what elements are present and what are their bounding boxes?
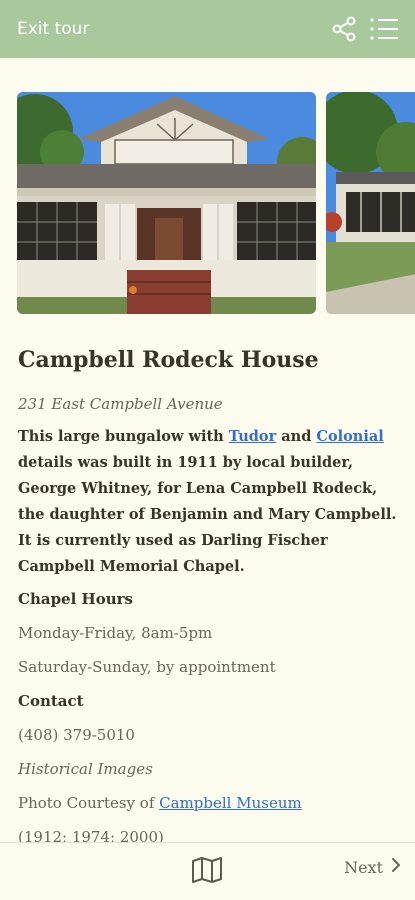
next-label: Next	[344, 857, 383, 877]
desc-text-1: This large bungalow with	[18, 428, 229, 445]
top-actions	[329, 14, 399, 44]
contact-phone[interactable]: (408) 379-5010	[18, 724, 398, 746]
chapel-hours-heading: Chapel Hours	[18, 590, 133, 608]
map-icon[interactable]	[191, 857, 223, 887]
place-description: This large bungalow with Tudor and Colon…	[18, 424, 398, 580]
contact-heading: Contact	[18, 692, 84, 710]
hours-weekday: Monday-Friday, 8am-5pm	[18, 624, 213, 642]
tudor-link[interactable]: Tudor	[229, 428, 276, 445]
campbell-museum-link[interactable]: Campbell Museum	[159, 794, 302, 812]
desc-text-3: details was built in 1911 by local build…	[18, 454, 397, 575]
colonial-link[interactable]: Colonial	[316, 428, 383, 445]
chevron-right-icon	[391, 857, 401, 877]
next-button[interactable]: Next	[344, 857, 401, 877]
bottom-bar: Next	[0, 842, 415, 900]
photo-credit-prefix: Photo Courtesy of	[18, 794, 160, 812]
hours-weekend: Saturday-Sunday, by appointment	[18, 658, 276, 676]
share-icon[interactable]	[329, 14, 359, 44]
photo-credit: Photo Courtesy of Campbell Museum	[18, 792, 398, 814]
place-title: Campbell Rodeck House	[18, 347, 319, 373]
place-details: Campbell Rodeck House 231 East Campbell …	[18, 345, 398, 860]
house-photo-side[interactable]	[326, 92, 415, 314]
list-icon[interactable]	[369, 14, 399, 44]
place-address: 231 East Campbell Avenue	[18, 395, 223, 413]
historical-images-heading: Historical Images	[18, 760, 153, 778]
exit-tour-button[interactable]: Exit tour	[17, 19, 89, 39]
house-photo-front[interactable]	[17, 92, 316, 314]
top-bar: Exit tour	[0, 0, 415, 58]
photo-gallery[interactable]	[0, 58, 415, 326]
desc-text-2: and	[276, 428, 317, 445]
